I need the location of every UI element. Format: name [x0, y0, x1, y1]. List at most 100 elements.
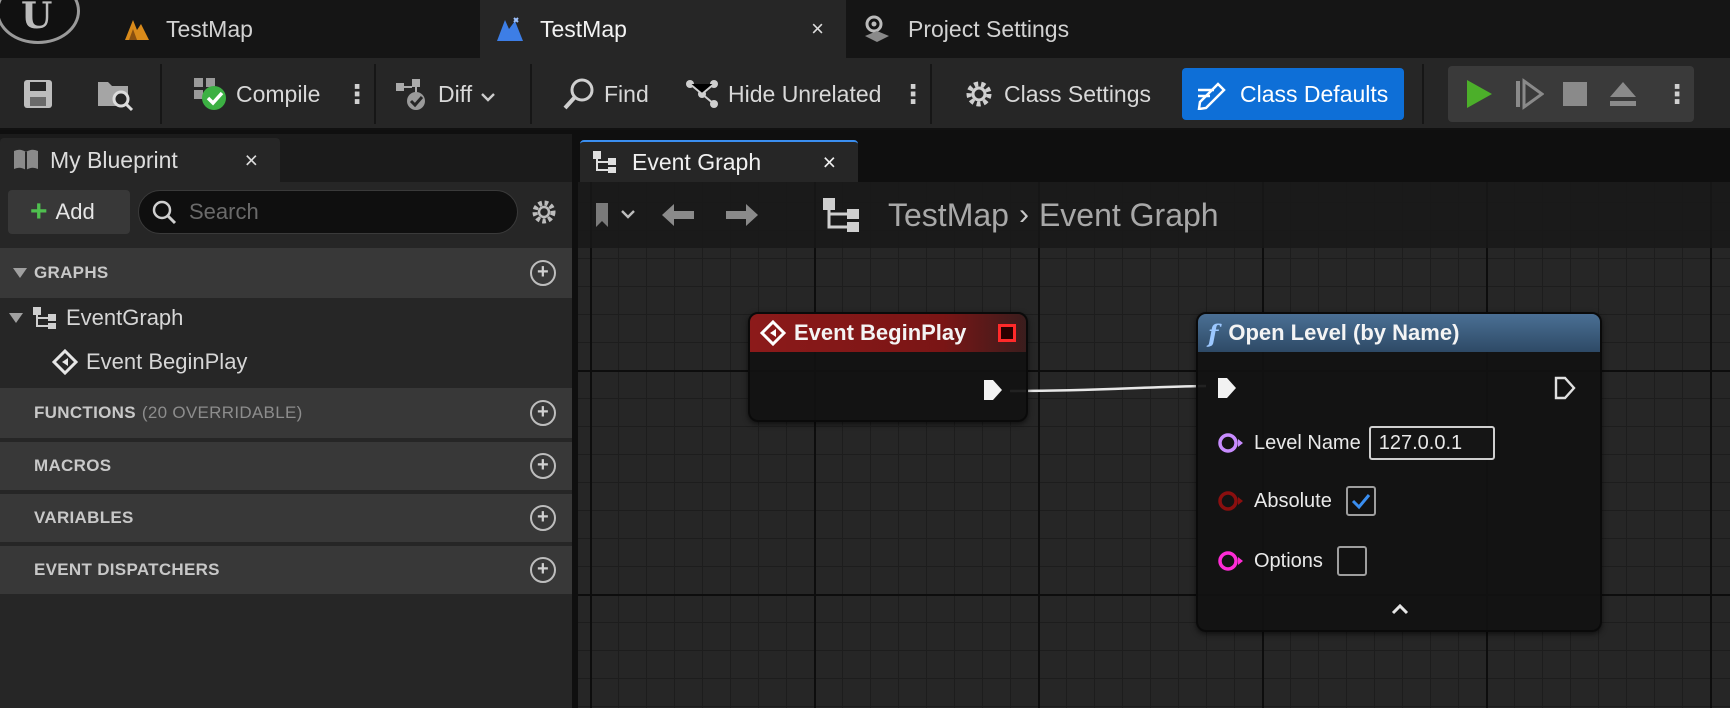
- section-title: GRAPHS: [34, 263, 109, 282]
- edit-defaults-icon: [1196, 78, 1230, 110]
- tab-project-settings[interactable]: Project Settings: [862, 0, 1069, 58]
- search-icon: [151, 199, 177, 225]
- add-graph-icon[interactable]: +: [530, 260, 556, 286]
- class-settings-label: Class Settings: [1004, 80, 1152, 107]
- section-variables[interactable]: VARIABLES +: [0, 494, 572, 542]
- tab-testmap-blueprint[interactable]: TestMap ×: [480, 0, 846, 58]
- level-icon: [124, 17, 150, 41]
- play-controls: ⋮: [1448, 66, 1694, 122]
- section-title: MACROS: [34, 456, 112, 475]
- my-blueprint-panel: My Blueprint × + Add GRAPHS +: [0, 134, 572, 708]
- tree-item-eventgraph[interactable]: EventGraph: [0, 296, 572, 340]
- tree-item-event-beginplay[interactable]: Event BeginPlay: [0, 340, 572, 384]
- tab-my-blueprint[interactable]: My Blueprint ×: [0, 138, 280, 182]
- stop-icon[interactable]: [1562, 66, 1588, 122]
- search-input[interactable]: [189, 199, 489, 225]
- close-tab-icon[interactable]: ×: [811, 16, 824, 42]
- close-tab-icon[interactable]: ×: [823, 149, 836, 176]
- eject-icon[interactable]: [1608, 66, 1638, 122]
- add-macro-icon[interactable]: +: [530, 453, 556, 479]
- search-icon: [562, 77, 596, 111]
- toolbar-divider: [930, 64, 932, 124]
- bool-pin-icon[interactable]: [1218, 490, 1244, 512]
- collapse-advanced-icon[interactable]: [1390, 602, 1410, 621]
- diff-label: Diff: [438, 80, 473, 107]
- settings-gear-icon: [862, 14, 892, 44]
- compile-button[interactable]: Compile: [192, 58, 320, 130]
- title-bar: U TestMap TestMap × Project Settings: [0, 0, 1730, 58]
- tab-label: Project Settings: [908, 15, 1070, 42]
- exec-out-pin-icon[interactable]: [982, 378, 1004, 407]
- hide-unrelated-button[interactable]: Hide Unrelated: [684, 58, 881, 130]
- search-box[interactable]: [138, 190, 518, 234]
- browse-button[interactable]: [96, 58, 142, 130]
- tab-event-graph[interactable]: Event Graph ×: [580, 140, 858, 182]
- section-functions[interactable]: FUNCTIONS (20 OVERRIDABLE) +: [0, 388, 572, 438]
- graph-icon: [592, 150, 618, 174]
- node-title: Open Level (by Name): [1228, 320, 1460, 345]
- find-button[interactable]: Find: [562, 58, 649, 130]
- add-button[interactable]: + Add: [8, 190, 130, 234]
- play-icon[interactable]: [1464, 66, 1494, 122]
- graph-options-icon[interactable]: ⋮: [900, 58, 926, 130]
- class-settings-button[interactable]: Class Settings: [962, 58, 1151, 130]
- compile-options-icon[interactable]: ⋮: [344, 58, 370, 130]
- string-pin-icon[interactable]: [1218, 550, 1244, 572]
- close-panel-icon[interactable]: ×: [245, 147, 258, 174]
- diff-icon: [394, 77, 430, 111]
- event-diamond-icon: [760, 320, 786, 346]
- diff-button[interactable]: Diff: [394, 58, 496, 130]
- exec-in-pin-icon[interactable]: [1216, 376, 1238, 405]
- section-title: FUNCTIONS: [34, 403, 136, 422]
- section-event-dispatchers[interactable]: EVENT DISPATCHERS +: [0, 546, 572, 594]
- main-toolbar: Compile ⋮ Diff Find Hide Unrelated ⋮ Cla…: [0, 58, 1730, 130]
- node-event-beginplay[interactable]: Event BeginPlay: [748, 312, 1028, 422]
- level-name-input[interactable]: 127.0.0.1: [1368, 426, 1495, 460]
- pin-absolute: Absolute: [1218, 486, 1376, 516]
- play-options-icon[interactable]: ⋮: [1664, 66, 1690, 122]
- checkmark-icon: [1351, 494, 1370, 510]
- unreal-logo-icon[interactable]: U: [0, 0, 80, 44]
- tab-label: Event Graph: [632, 148, 762, 175]
- graph-icon: [32, 306, 58, 330]
- tree-item-label: Event BeginPlay: [86, 349, 248, 374]
- tree-item-label: EventGraph: [66, 305, 184, 330]
- add-dispatcher-icon[interactable]: +: [530, 557, 556, 583]
- tab-label: TestMap: [540, 15, 627, 42]
- advance-frame-icon[interactable]: [1514, 66, 1544, 122]
- book-icon: [12, 148, 40, 172]
- class-defaults-button[interactable]: Class Defaults: [1182, 68, 1404, 120]
- toolbar-divider: [530, 64, 532, 124]
- node-open-level[interactable]: f Open Level (by Name) Level Name 127.0.…: [1196, 312, 1602, 632]
- add-variable-icon[interactable]: +: [530, 505, 556, 531]
- section-macros[interactable]: MACROS +: [0, 442, 572, 490]
- absolute-checkbox[interactable]: [1345, 486, 1376, 516]
- toolbar-divider: [160, 64, 162, 124]
- expand-triangle-icon[interactable]: [8, 312, 24, 324]
- node-header: f Open Level (by Name): [1198, 314, 1600, 352]
- pin-level-name: Level Name 127.0.0.1: [1218, 426, 1495, 460]
- chevron-down-icon: [480, 81, 496, 108]
- folder-search-icon: [96, 76, 134, 112]
- compile-success-icon: [192, 76, 228, 112]
- toolbar-divider: [1422, 64, 1424, 124]
- section-title: VARIABLES: [34, 508, 134, 527]
- settings-gear-icon[interactable]: [530, 198, 558, 231]
- pin-options: Options: [1218, 546, 1367, 576]
- delegate-pin-icon[interactable]: [998, 324, 1016, 342]
- function-icon: f: [1208, 318, 1219, 348]
- exec-out-pin-icon[interactable]: [1554, 376, 1576, 405]
- save-button[interactable]: [22, 58, 62, 130]
- node-title: Event BeginPlay: [794, 320, 967, 345]
- tab-testmap-level[interactable]: TestMap: [124, 0, 253, 58]
- pin-label: Level Name: [1254, 431, 1361, 454]
- plus-icon: +: [30, 195, 48, 228]
- section-graphs[interactable]: GRAPHS +: [0, 248, 572, 298]
- add-function-icon[interactable]: +: [530, 400, 556, 426]
- collapse-triangle-icon: [12, 267, 28, 279]
- event-graph-canvas[interactable]: TestMap › Event Graph Event BeginPlay f …: [578, 182, 1730, 708]
- name-pin-icon[interactable]: [1218, 432, 1244, 454]
- hide-unrelated-icon: [684, 78, 720, 110]
- options-input-box[interactable]: [1336, 546, 1367, 576]
- find-label: Find: [604, 80, 649, 107]
